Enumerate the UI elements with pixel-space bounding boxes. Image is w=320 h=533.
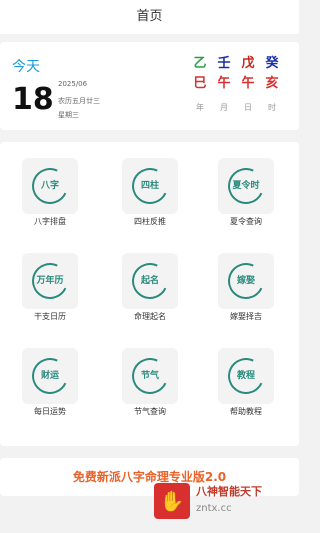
ganzhi-stem: 乙 <box>193 56 207 71</box>
ganzhi-label: 日 <box>244 103 252 112</box>
ganzhi-day: 戊 午 日 <box>238 54 258 113</box>
feature-label: 命理起名 <box>134 312 166 321</box>
ganzhi-label: 月 <box>220 103 228 112</box>
feature-label: 帮助教程 <box>230 407 262 416</box>
sizhu-seal-icon: 四柱 <box>122 158 178 214</box>
feature-help-tutorial[interactable]: 教程 帮助教程 <box>196 332 296 427</box>
feature-bazi-paipan[interactable]: 八字 八字排盘 <box>0 142 100 237</box>
feature-ganzhi-calendar[interactable]: 万年历 干支日历 <box>0 237 100 332</box>
wannianli-seal-icon: 万年历 <box>22 253 78 309</box>
ganzhi-branch: 午 <box>241 76 255 91</box>
hand-logo-icon: ✋ <box>154 483 190 519</box>
feature-label: 夏令查询 <box>230 217 262 226</box>
feature-label: 四柱反推 <box>134 217 166 226</box>
xialingshi-seal-icon: 夏令时 <box>218 158 274 214</box>
feature-grid: 八字 八字排盘 四柱 四柱反推 夏令时 夏令查询 万年历 干支日历 起名 命理起… <box>0 142 299 446</box>
jieqi-seal-icon: 节气 <box>122 348 178 404</box>
feature-wedding-date[interactable]: 嫁娶 嫁娶择吉 <box>196 237 296 332</box>
ganzhi-stem: 癸 <box>265 56 279 71</box>
jiaqu-seal-icon: 嫁娶 <box>218 253 274 309</box>
lunar-date: 农历五月廿三 <box>58 97 100 105</box>
ganzhi-stem: 戊 <box>241 56 255 71</box>
feature-daily-fortune[interactable]: 财运 每日运势 <box>0 332 100 427</box>
feature-label: 每日运势 <box>34 407 66 416</box>
feature-solar-terms[interactable]: 节气 节气查询 <box>100 332 200 427</box>
watermark-url: zntx.cc <box>196 503 232 514</box>
feature-label: 嫁娶择吉 <box>230 312 262 321</box>
caiyun-seal-icon: 财运 <box>22 348 78 404</box>
ganzhi-month: 壬 午 月 <box>214 54 234 113</box>
ganzhi-branch: 午 <box>217 76 231 91</box>
ganzhi-year: 乙 巳 年 <box>190 54 210 113</box>
bazi-seal-icon: 八字 <box>22 158 78 214</box>
day-number: 18 <box>12 82 54 117</box>
feature-naming[interactable]: 起名 命理起名 <box>100 237 200 332</box>
ganzhi-stem: 壬 <box>217 56 231 71</box>
ganzhi-hour: 癸 亥 时 <box>262 54 282 113</box>
watermark: ✋ 八神智能天下 zntx.cc <box>154 481 299 521</box>
weekday: 星期三 <box>58 111 79 119</box>
watermark-title: 八神智能天下 <box>196 485 262 498</box>
ganzhi-label: 年 <box>196 103 204 112</box>
feature-xialing-query[interactable]: 夏令时 夏令查询 <box>196 142 296 237</box>
ganzhi-branch: 亥 <box>265 76 279 91</box>
ganzhi-branch: 巳 <box>193 76 207 91</box>
jiaocheng-seal-icon: 教程 <box>218 348 274 404</box>
date-card: 今天 18 2025/06 农历五月廿三 星期三 乙 巳 年 壬 午 月 戊 午… <box>0 42 299 130</box>
page-title: 首页 <box>0 0 299 34</box>
feature-sizhu-fantui[interactable]: 四柱 四柱反推 <box>100 142 200 237</box>
feature-label: 节气查询 <box>134 407 166 416</box>
feature-label: 八字排盘 <box>34 217 66 226</box>
qiming-seal-icon: 起名 <box>122 253 178 309</box>
ganzhi-label: 时 <box>268 103 276 112</box>
feature-label: 干支日历 <box>34 312 66 321</box>
year-month: 2025/06 <box>58 80 88 88</box>
today-label[interactable]: 今天 <box>12 56 40 76</box>
